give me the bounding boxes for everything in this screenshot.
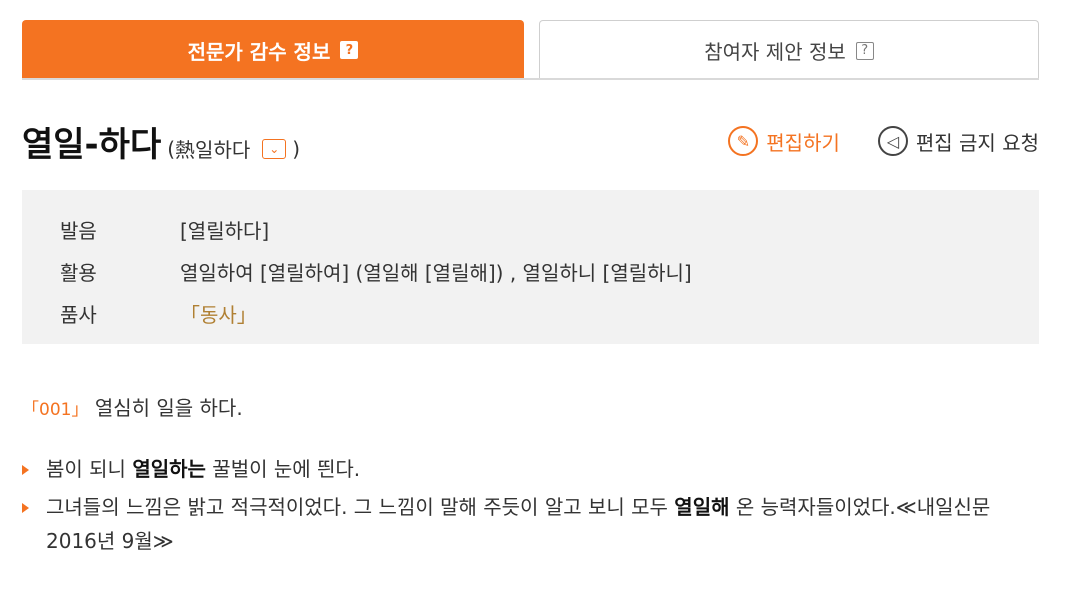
edit-button[interactable]: ✎ 편집하기 [728,126,840,156]
original-close-paren: ) [292,136,301,161]
info-row-conjugation: 활용 열일하여 [열릴하여] (열일해 [열릴해]) , 열일하니 [열릴하니] [60,250,1039,292]
example-text-after: 꿀벌이 눈에 띈다. [205,457,361,481]
pencil-circle-icon: ✎ [728,126,759,156]
sense-definition-text: 열심히 일을 하다. [94,396,243,420]
edit-button-label: 편집하기 [766,130,840,155]
sense-definition: 「001」 열심히 일을 하다. [22,392,243,421]
help-icon[interactable]: ? [340,41,359,59]
info-tabs: 전문가 감수 정보 ? 참여자 제안 정보 ? [22,20,1039,80]
example-headword: 열일해 [674,495,730,519]
pronunciation-label: 발음 [60,218,97,243]
edit-ban-request-button[interactable]: ◁ 편집 금지 요청 [877,126,1039,156]
entry-info-panel: 발음 [열릴하다] 활용 열일하여 [열릴하여] (열일해 [열릴해]) , 열… [22,190,1039,344]
original-open-paren: ( [167,136,176,161]
example-text-before: 봄이 되니 [46,457,133,481]
chevron-down-icon[interactable]: ⌄ [262,138,287,159]
tab-expert-review-label: 전문가 감수 정보 [187,39,331,64]
tab-participant-suggestion[interactable]: 참여자 제안 정보 ? [539,20,1039,80]
pronunciation-value: [열릴하다] [180,218,270,243]
conjugation-value: 열일하여 [열릴하여] (열일해 [열릴해]) , 열일하니 [열릴하니] [180,260,692,285]
info-row-pronunciation: 발음 [열릴하다] [60,208,1039,250]
entry-header: 열일-하다 ( 熱일하다 ⌄ ) [22,122,300,166]
edit-ban-request-label: 편집 금지 요청 [915,130,1039,155]
example-headword: 열일하는 [132,457,206,481]
headword: 열일-하다 [22,125,162,165]
list-item: 봄이 되니 열일하는 꿀벌이 눈에 띈다. [22,452,1022,486]
original-form-text: 熱일하다 [175,138,251,162]
help-icon[interactable]: ? [855,41,874,60]
tab-divider [22,78,1039,80]
pos-label: 품사 [60,302,97,327]
triangle-bullet-icon [22,503,29,513]
original-form: ( 熱일하다 ⌄ ) [167,134,300,163]
entry-actions: ✎ 편집하기 ◁ 편집 금지 요청 [728,126,1039,156]
example-text-before: 그녀들의 느낌은 밝고 적극적이었다. 그 느낌이 말해 주듯이 알고 보니 모… [46,495,675,519]
pos-value[interactable]: 「동사」 [180,299,257,328]
tab-participant-suggestion-label: 참여자 제안 정보 [704,40,846,64]
triangle-bullet-icon [22,465,29,475]
example-list: 봄이 되니 열일하는 꿀벌이 눈에 띈다. 그녀들의 느낌은 밝고 적극적이었다… [22,452,1022,562]
megaphone-circle-icon: ◁ [877,126,908,156]
conjugation-label: 활용 [60,260,97,285]
tab-expert-review[interactable]: 전문가 감수 정보 ? [22,20,524,80]
list-item: 그녀들의 느낌은 밝고 적극적이었다. 그 느낌이 말해 주듯이 알고 보니 모… [22,490,1022,558]
sense-number: 「001」 [22,400,89,420]
info-row-pos: 품사 「동사」 [60,292,1039,334]
